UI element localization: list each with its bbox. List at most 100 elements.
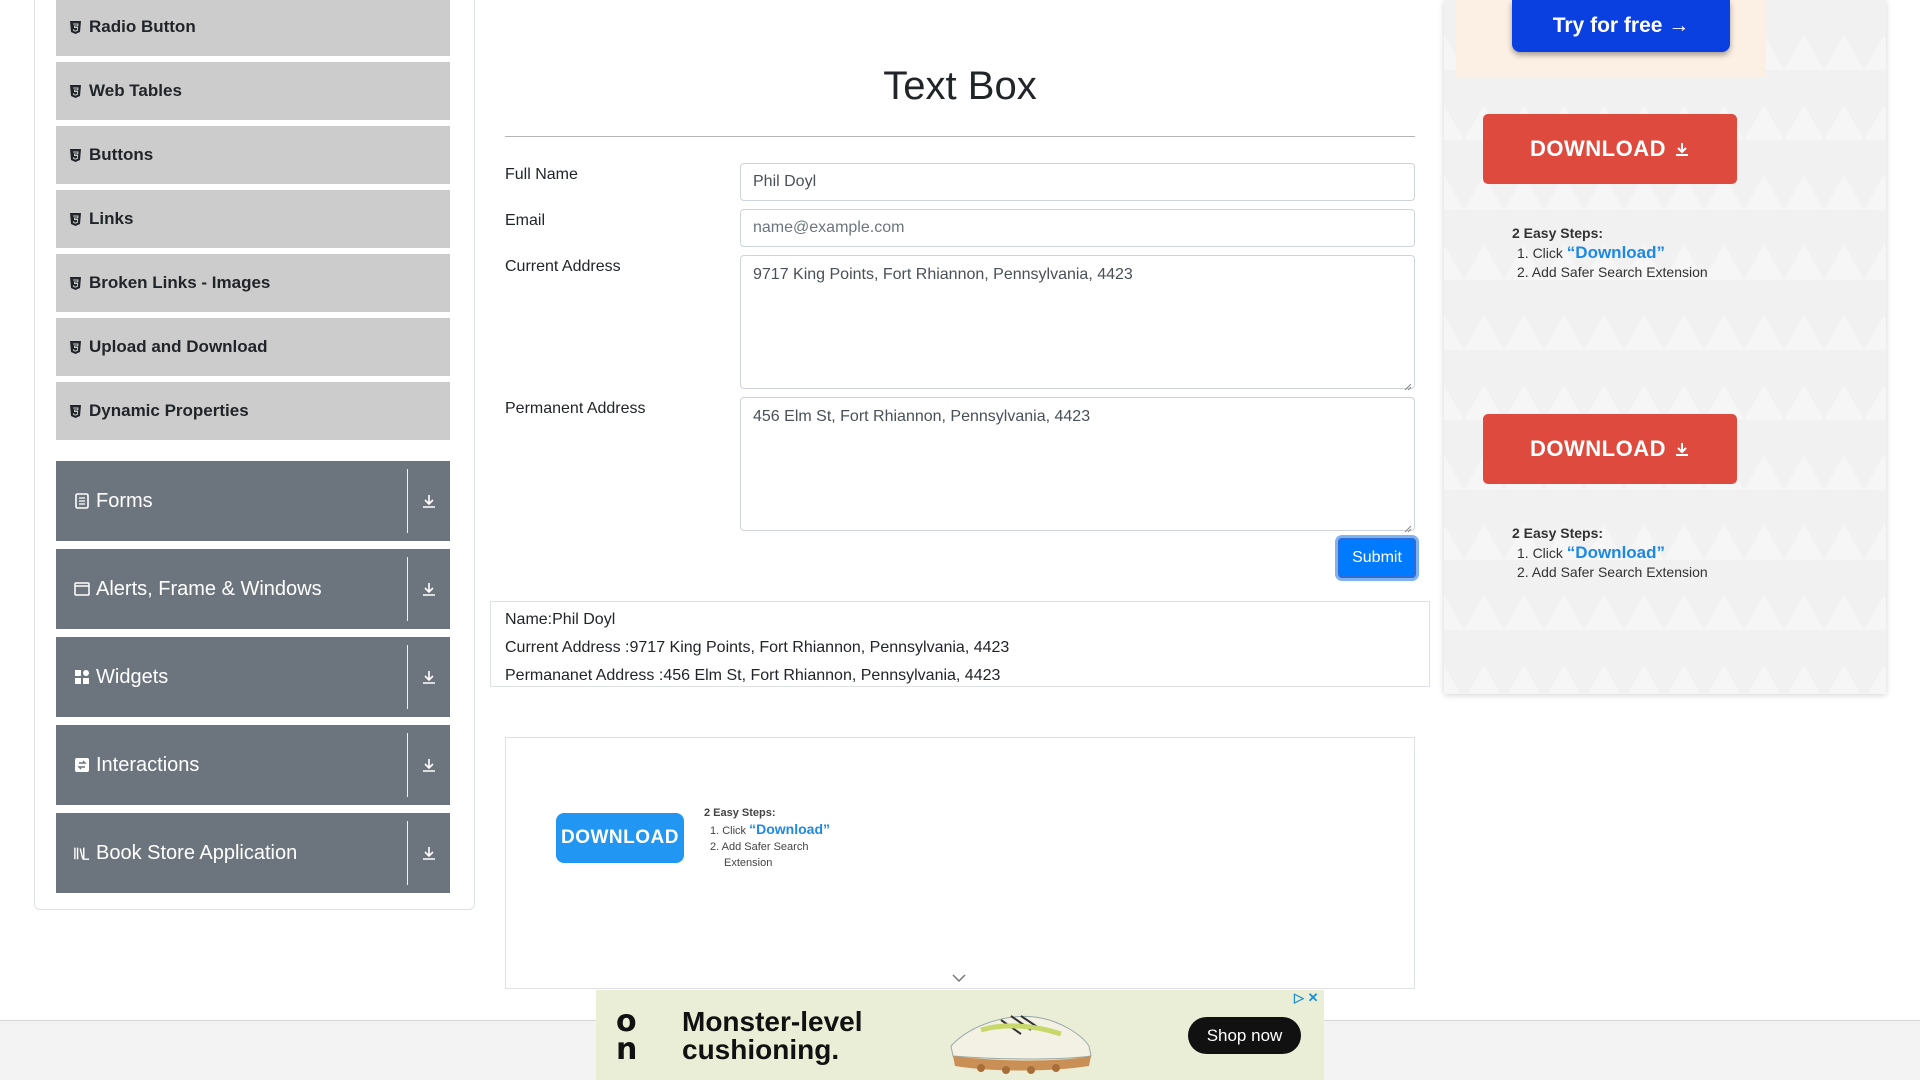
submit-button[interactable]: Submit (1338, 538, 1416, 578)
ad-download-button[interactable]: DOWNLOAD (556, 813, 684, 863)
shop-now-button[interactable]: Shop now (1188, 1017, 1301, 1054)
step2-b: Extension (724, 857, 773, 869)
full-name-label: Full Name (505, 166, 578, 183)
try-banner: Try for free → (1456, 0, 1766, 77)
html-icon (70, 276, 81, 290)
form-icon (74, 493, 90, 509)
download-button[interactable]: DOWNLOAD (1483, 414, 1737, 484)
sidebar-item-web-tables[interactable]: Web Tables (56, 62, 450, 123)
divider (407, 469, 408, 533)
email-label: Email (505, 212, 546, 229)
step1-prefix: 1. Click (1517, 545, 1567, 561)
html-icon (70, 212, 81, 226)
widgets-icon (74, 669, 90, 685)
sidebar-item-upload-download[interactable]: Upload and Download (56, 318, 450, 379)
steps-block: 2 Easy Steps: 1. Click “Download” 2. Add… (1512, 524, 1708, 582)
try-for-free-button[interactable]: Try for free → (1512, 0, 1730, 52)
book-icon (74, 845, 90, 861)
ad-steps: 2 Easy Steps: 1. Click “Download” 2. Add… (704, 805, 830, 871)
html-icon (70, 340, 81, 354)
sidebar-group-forms[interactable]: Forms (56, 461, 450, 541)
bottom-ad-banner[interactable]: on Monster-level cushioning. Shop now ▷ … (596, 990, 1324, 1080)
title-divider (505, 136, 1415, 137)
group-label: Forms (96, 489, 153, 512)
headline-line-2: cushioning. (682, 1034, 840, 1065)
sidebar-group-widgets[interactable]: Widgets (56, 637, 450, 717)
step1-prefix: 1. Click (710, 825, 750, 837)
banner-headline: Monster-level cushioning. (682, 1008, 863, 1064)
sidebar-item-label: Links (89, 209, 134, 228)
group-label: Widgets (96, 665, 169, 688)
adchoices-icon[interactable]: ▷ ✕ (1294, 990, 1319, 1006)
sidebar-group-alerts[interactable]: Alerts, Frame & Windows (56, 549, 450, 629)
download-icon[interactable] (408, 581, 450, 597)
permanent-address-value: 456 Elm St, Fort Rhiannon, Pennsylvania,… (753, 408, 1091, 425)
headline-line-1: Monster-level (682, 1006, 863, 1037)
output-name: Name:Phil Doyl (505, 611, 616, 628)
download-icon[interactable] (408, 757, 450, 773)
download-icon[interactable] (408, 669, 450, 685)
step1-word: “Download” (1566, 243, 1666, 262)
output-box: Name:Phil Doyl Current Address :9717 Kin… (490, 601, 1430, 687)
step2-a: 2. Add Safer Search (710, 841, 809, 853)
sidebar-group-interactions[interactable]: Interactions (56, 725, 450, 805)
steps-block: 2 Easy Steps: 1. Click “Download” 2. Add… (1512, 224, 1708, 282)
group-label: Book Store Application (96, 841, 298, 864)
html-icon (70, 84, 81, 98)
divider (407, 557, 408, 621)
resize-grip-icon[interactable] (1404, 520, 1412, 533)
output-current-address: Current Address :9717 King Points, Fort … (505, 639, 1010, 656)
ad-box: DOWNLOAD 2 Easy Steps: 1. Click “Downloa… (505, 737, 1415, 989)
sidebar-group-book-store[interactable]: Book Store Application (56, 813, 450, 893)
group-label: Interactions (96, 753, 200, 776)
right-ad: Try for free → DOWNLOAD 2 Easy Steps: 1.… (1444, 0, 1886, 694)
download-label: DOWNLOAD (1530, 136, 1666, 161)
steps-title: 2 Easy Steps: (704, 807, 776, 819)
download-icon (1675, 443, 1688, 456)
sidebar-item-links[interactable]: Links (56, 190, 450, 251)
sidebar-item-dynamic-properties[interactable]: Dynamic Properties (56, 382, 450, 443)
html-icon (70, 20, 81, 34)
shoe-image (941, 994, 1101, 1080)
group-label: Alerts, Frame & Windows (96, 577, 322, 600)
divider (407, 733, 408, 797)
step1-word: “Download” (749, 821, 831, 837)
sidebar-item-label: Upload and Download (89, 337, 268, 356)
sidebar-item-label: Radio Button (89, 17, 196, 36)
current-address-value: 9717 King Points, Fort Rhiannon, Pennsyl… (753, 266, 1133, 283)
divider (407, 645, 408, 709)
download-icon[interactable] (408, 493, 450, 509)
sidebar-item-buttons[interactable]: Buttons (56, 126, 450, 187)
download-icon[interactable] (408, 845, 450, 861)
sidebar-item-label: Buttons (89, 145, 154, 164)
chevron-down-icon[interactable] (951, 970, 967, 988)
interactions-icon (74, 757, 90, 773)
step1-word: “Download” (1566, 543, 1666, 562)
steps-title: 2 Easy Steps: (1512, 225, 1604, 241)
permanent-address-textarea[interactable]: 456 Elm St, Fort Rhiannon, Pennsylvania,… (740, 397, 1415, 533)
sidebar-item-broken-links[interactable]: Broken Links - Images (56, 254, 450, 315)
download-icon (1675, 143, 1688, 156)
ad-background (1444, 0, 1886, 694)
download-label: DOWNLOAD (1530, 436, 1666, 461)
current-address-label: Current Address (505, 258, 621, 275)
html-icon (70, 404, 81, 418)
divider (407, 821, 408, 885)
current-address-textarea[interactable]: 9717 King Points, Fort Rhiannon, Pennsyl… (740, 255, 1415, 391)
sidebar-item-label: Broken Links - Images (89, 273, 271, 292)
resize-grip-icon[interactable] (1404, 378, 1412, 391)
page-title: Text Box (883, 64, 1037, 108)
sidebar-item-radio-button[interactable]: Radio Button (56, 0, 450, 59)
output-permanent-address: Permananet Address :456 Elm St, Fort Rhi… (505, 667, 1001, 684)
brand-logo: on (616, 1004, 638, 1067)
html-icon (70, 148, 81, 162)
step2: 2. Add Safer Search Extension (1517, 264, 1708, 280)
full-name-input[interactable]: Phil Doyl (740, 163, 1415, 201)
page: Radio Button Web Tables Buttons Links Br… (0, 0, 1920, 1080)
email-input[interactable]: name@example.com (740, 209, 1415, 247)
step1-prefix: 1. Click (1517, 245, 1567, 261)
download-button[interactable]: DOWNLOAD (1483, 114, 1737, 184)
sidebar-item-label: Dynamic Properties (89, 401, 249, 420)
step2: 2. Add Safer Search Extension (1517, 564, 1708, 580)
permanent-address-label: Permanent Address (505, 400, 646, 417)
